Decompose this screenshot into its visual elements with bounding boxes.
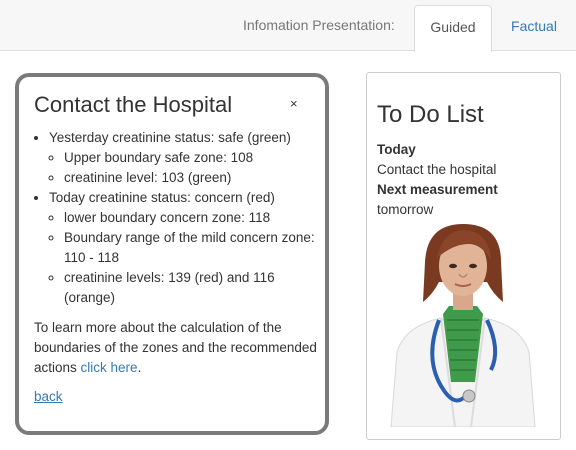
popup-title: Contact the Hospital [34, 92, 233, 117]
todo-next-label: Next measurement [377, 182, 498, 197]
list-item: lower boundary concern zone: 118 [64, 208, 324, 228]
list-item: creatinine levels: 139 (red) and 116 (or… [64, 268, 324, 308]
back-link[interactable]: back [34, 389, 63, 404]
status-yesterday: Yesterday creatinine status: safe (green… [49, 130, 291, 145]
close-icon[interactable]: × [290, 96, 298, 111]
info-presentation-label: Infomation Presentation: [243, 17, 395, 33]
todo-today-item: Contact the hospital [377, 162, 497, 177]
todo-content: Today Contact the hospital Next measurem… [377, 140, 498, 220]
list-item: Today creatinine status: concern (red) l… [49, 188, 324, 308]
list-item: Yesterday creatinine status: safe (green… [49, 128, 324, 188]
todo-title: To Do List [377, 101, 484, 128]
click-here-link[interactable]: click here [81, 360, 138, 375]
list-item: Upper boundary safe zone: 108 [64, 148, 324, 168]
status-today: Today creatinine status: concern (red) [49, 190, 275, 205]
tab-factual[interactable]: Factual [497, 5, 571, 47]
tab-guided[interactable]: Guided [414, 5, 492, 52]
learn-more-text: To learn more about the calculation of t… [34, 320, 317, 375]
popup-body: Yesterday creatinine status: safe (green… [34, 128, 324, 378]
list-item: Boundary range of the mild concern zone:… [64, 228, 324, 268]
list-item: creatinine level: 103 (green) [64, 168, 324, 188]
todo-next-item: tomorrow [377, 202, 434, 217]
doctor-avatar [390, 224, 536, 427]
todo-today-label: Today [377, 142, 416, 157]
